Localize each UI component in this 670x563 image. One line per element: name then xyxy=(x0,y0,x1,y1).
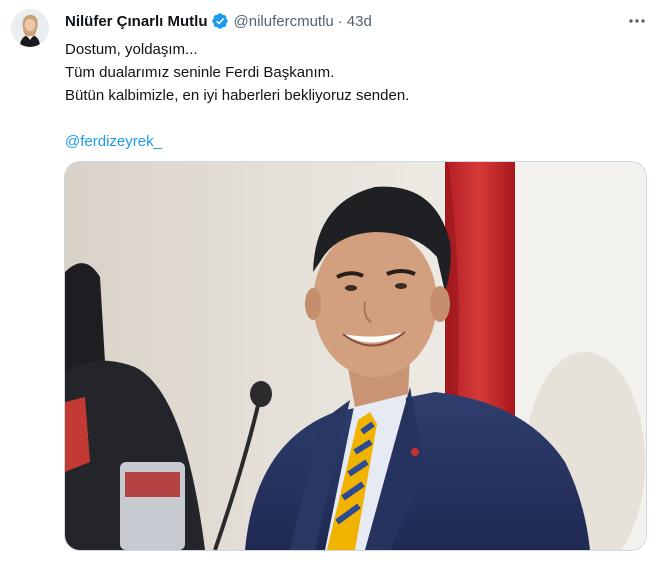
tweet-text-line: Bütün kalbimizle, en iyi haberleri bekli… xyxy=(65,87,410,104)
separator: · xyxy=(337,12,343,30)
author-name[interactable]: Nilüfer Çınarlı Mutlu xyxy=(65,13,208,30)
tweet: Nilüfer Çınarlı Mutlu @nilufercmutlu · 4… xyxy=(0,0,670,563)
tweet-header: Nilüfer Çınarlı Mutlu @nilufercmutlu · 4… xyxy=(65,11,620,31)
mention-link[interactable]: @ferdizeyrek_ xyxy=(65,130,645,153)
avatar[interactable] xyxy=(11,9,49,47)
tweet-text-line: Dostum, yoldaşım... xyxy=(65,41,198,58)
photo-man-smiling-at-microphone xyxy=(65,162,646,550)
timestamp[interactable]: 43d xyxy=(347,13,372,30)
verified-badge-icon xyxy=(211,12,229,30)
tweet-text-line: Tüm dualarımız seninle Ferdi Başkanım. xyxy=(65,64,335,81)
avatar-image xyxy=(11,9,49,47)
tweet-photo[interactable] xyxy=(64,161,647,551)
tweet-text: Dostum, yoldaşım... Tüm dualarımız senin… xyxy=(65,38,645,153)
author-handle[interactable]: @nilufercmutlu xyxy=(234,13,334,30)
more-options-icon[interactable] xyxy=(626,12,648,30)
